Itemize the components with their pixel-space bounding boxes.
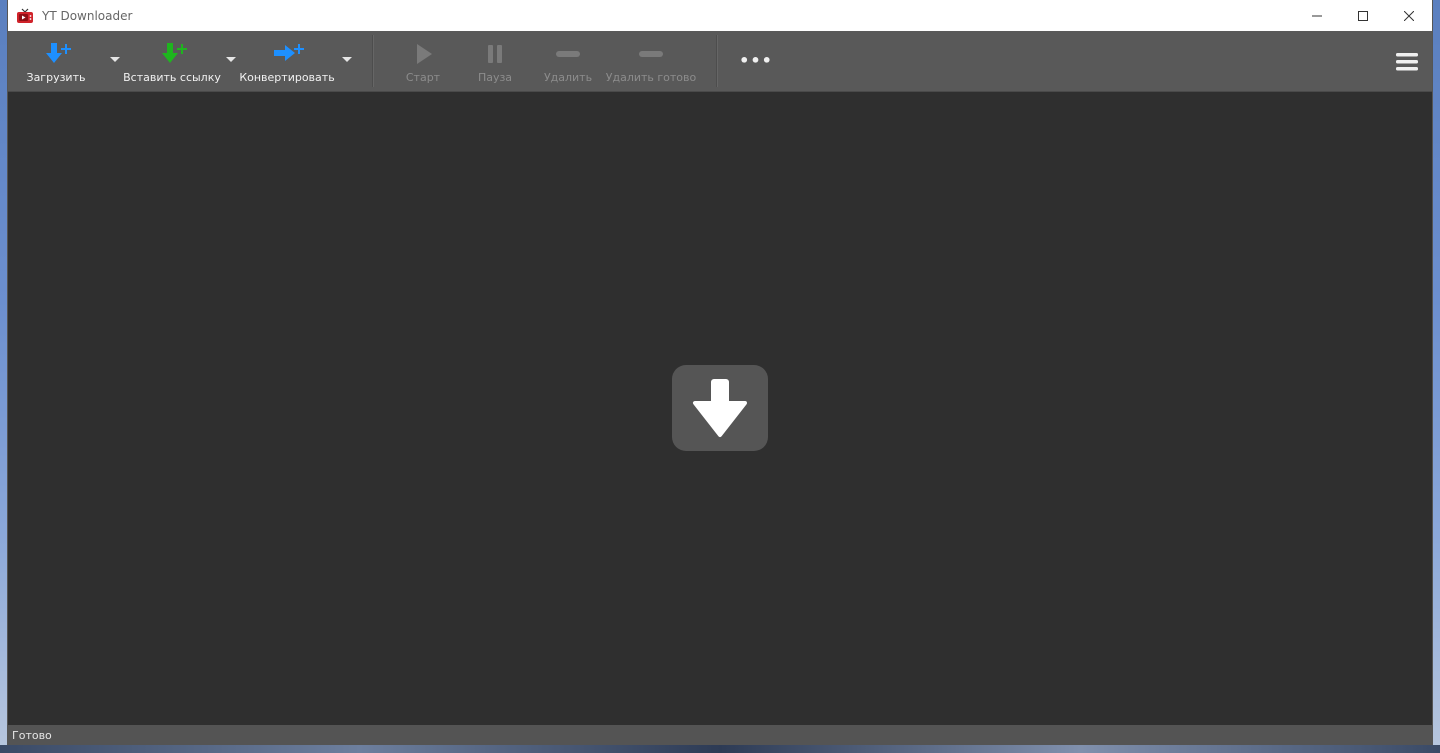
delete-done-button[interactable]: Удалить готово <box>605 31 697 91</box>
drop-zone[interactable] <box>672 365 768 451</box>
arrow-down-plus-icon <box>38 39 74 69</box>
status-text: Готово <box>12 728 52 742</box>
pause-button[interactable]: Пауза <box>472 31 518 91</box>
paste-link-button[interactable]: Вставить ссылку <box>123 31 221 91</box>
maximize-icon <box>1358 10 1368 21</box>
minus-icon <box>555 39 581 69</box>
download-list-area[interactable] <box>8 92 1432 725</box>
maximize-button[interactable] <box>1340 0 1386 31</box>
start-button[interactable]: Старт <box>400 31 446 91</box>
minimize-icon <box>1312 15 1322 16</box>
main-menu-button[interactable] <box>1392 31 1422 91</box>
status-bar: Готово <box>8 725 1432 745</box>
paste-link-label: Вставить ссылку <box>123 71 221 84</box>
convert-button[interactable]: Конвертировать <box>239 31 335 91</box>
title-bar[interactable]: YT Downloader <box>8 0 1432 31</box>
toolbar-separator <box>716 35 718 87</box>
convert-label: Конвертировать <box>239 71 335 84</box>
toolbar-separator <box>372 35 374 87</box>
delete-done-label: Удалить готово <box>605 71 697 84</box>
app-window: YT Downloader Загрузить Вставить ссылку … <box>8 0 1432 745</box>
delete-button[interactable]: Удалить <box>541 31 595 91</box>
arrow-right-plus-icon <box>268 39 306 69</box>
desktop-background-strip <box>0 745 1440 753</box>
pause-label: Пауза <box>477 71 513 84</box>
download-dropdown-arrow[interactable] <box>110 57 120 62</box>
more-button[interactable]: ••• <box>736 31 776 91</box>
convert-dropdown-arrow[interactable] <box>342 57 352 62</box>
more-dots-icon: ••• <box>739 45 773 75</box>
tv-icon <box>16 8 34 24</box>
delete-label: Удалить <box>543 71 593 84</box>
start-label: Старт <box>405 71 441 84</box>
minimize-button[interactable] <box>1294 0 1340 31</box>
play-icon <box>411 39 435 69</box>
close-button[interactable] <box>1386 0 1432 31</box>
download-label: Загрузить <box>26 71 86 84</box>
download-arrow-icon <box>693 379 747 437</box>
arrow-down-plus-icon <box>154 39 190 69</box>
paste-link-dropdown-arrow[interactable] <box>226 57 236 62</box>
pause-icon <box>483 39 507 69</box>
window-title: YT Downloader <box>42 8 133 23</box>
desktop-background <box>0 0 8 753</box>
more-dots-text: ••• <box>739 50 773 70</box>
toolbar: Загрузить Вставить ссылку Конвертировать… <box>8 31 1432 92</box>
hamburger-icon <box>1395 47 1419 77</box>
close-icon <box>1404 10 1414 21</box>
download-button[interactable]: Загрузить <box>25 31 87 91</box>
minus-icon <box>638 39 664 69</box>
